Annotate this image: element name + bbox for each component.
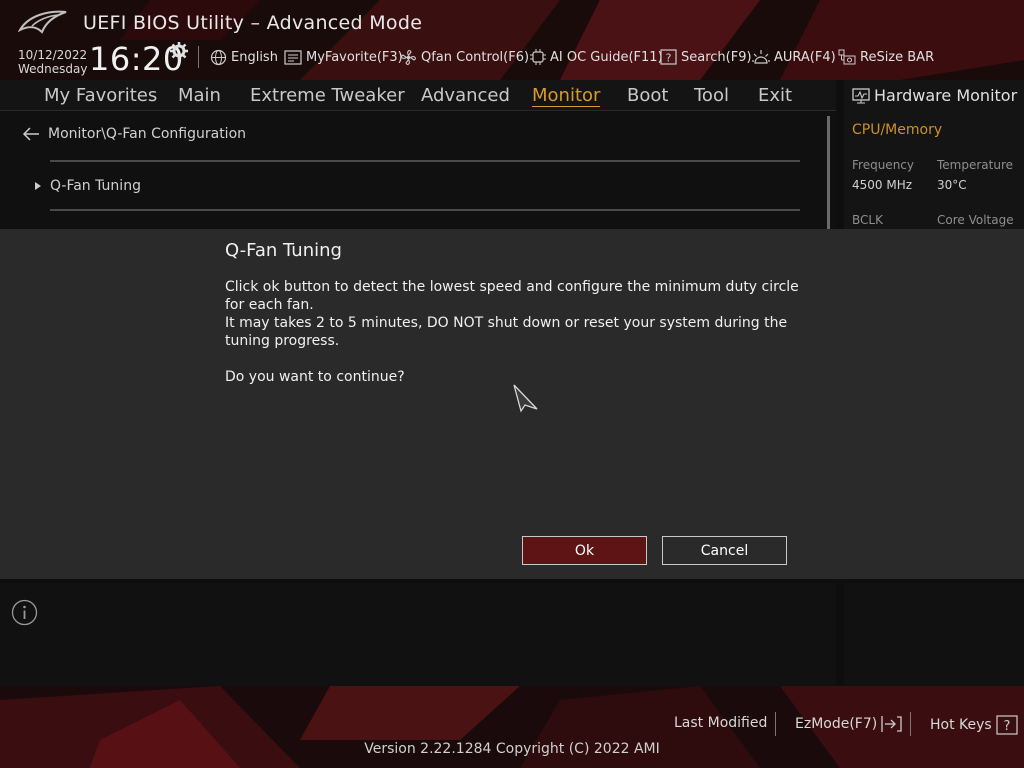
footer-divider <box>775 712 776 736</box>
menu-item-label: Q-Fan Tuning <box>50 178 141 194</box>
bclk-label: BCLK <box>852 213 883 227</box>
tab-my-favorites[interactable]: My Favorites <box>44 85 157 106</box>
svg-text:?: ? <box>1003 719 1010 734</box>
last-modified-label: Last Modified <box>674 715 768 731</box>
hardware-monitor-title: Hardware Monitor <box>852 86 1017 105</box>
chevron-right-icon <box>35 182 41 190</box>
favorite-icon <box>284 49 302 65</box>
info-icon <box>11 599 38 626</box>
hardware-monitor-panel: Hardware Monitor CPU/Memory Frequency 45… <box>844 80 1024 229</box>
ok-button[interactable]: Ok <box>522 536 647 565</box>
rog-logo-icon <box>18 10 67 34</box>
ai-oc-guide-label: AI OC Guide(F11) <box>550 49 663 65</box>
qfan-control-button[interactable]: Qfan Control(F6) <box>400 48 529 66</box>
hot-keys-button[interactable]: Hot Keys ? <box>930 715 1018 735</box>
date-display: 10/12/2022 Wednesday <box>18 48 87 76</box>
search-label: Search(F9) <box>681 49 752 65</box>
back-arrow-icon[interactable] <box>22 127 40 141</box>
tab-main[interactable]: Main <box>178 85 221 106</box>
myfavorite-button[interactable]: MyFavorite(F3) <box>284 48 403 66</box>
search-help-icon: ? <box>660 49 677 65</box>
main-nav: My Favorites Main Extreme Tweaker Advanc… <box>0 80 836 111</box>
language-button[interactable]: English <box>210 48 278 66</box>
help-question-icon: ? <box>996 715 1018 735</box>
aura-label: AURA(F4) <box>774 49 836 65</box>
aura-button[interactable]: AURA(F4) <box>752 48 836 66</box>
dialog-title: Q-Fan Tuning <box>225 240 342 261</box>
mouse-cursor-icon <box>513 384 538 413</box>
fan-icon <box>401 49 416 65</box>
app-title: UEFI BIOS Utility – Advanced Mode <box>83 12 423 34</box>
ezmode-label: EzMode(F7) <box>795 716 878 732</box>
tab-exit[interactable]: Exit <box>758 85 792 106</box>
resize-bar-button[interactable]: ReSize BAR <box>838 48 934 66</box>
tab-advanced[interactable]: Advanced <box>421 85 510 106</box>
temperature-value: 30°C <box>937 178 967 192</box>
tab-boot[interactable]: Boot <box>627 85 668 106</box>
gear-icon[interactable] <box>170 42 188 60</box>
header-bar: UEFI BIOS Utility – Advanced Mode 10/12/… <box>0 0 1024 80</box>
divider <box>50 160 800 162</box>
q-fan-tuning-dialog: Q-Fan Tuning Click ok button to detect t… <box>0 229 1024 579</box>
breadcrumb-path: Monitor\Q-Fan Configuration <box>48 126 247 142</box>
header-divider <box>198 46 199 68</box>
dialog-message-line1: Click ok button to detect the lowest spe… <box>225 279 799 313</box>
hardware-monitor-lower <box>844 583 1024 686</box>
chip-icon <box>530 49 546 65</box>
hardware-monitor-label: Hardware Monitor <box>874 86 1018 105</box>
breadcrumb: Monitor\Q-Fan Configuration <box>22 126 246 142</box>
help-info-panel <box>0 583 836 686</box>
language-label: English <box>231 49 278 65</box>
globe-icon <box>210 49 227 65</box>
exit-to-ezmode-icon <box>881 716 902 732</box>
frequency-label: Frequency <box>852 158 914 172</box>
menu-item-q-fan-tuning[interactable]: Q-Fan Tuning <box>34 178 141 194</box>
divider <box>50 209 800 211</box>
version-text: Version 2.22.1284 Copyright (C) 2022 AMI <box>364 741 660 757</box>
search-button[interactable]: ? Search(F9) <box>660 48 752 66</box>
myfavorite-label: MyFavorite(F3) <box>306 49 403 65</box>
resize-bar-label: ReSize BAR <box>860 49 935 65</box>
temperature-label: Temperature <box>937 158 1014 172</box>
resize-bar-icon <box>838 49 856 64</box>
last-modified-button[interactable]: Last Modified <box>674 715 767 731</box>
date-text: 10/12/2022 <box>18 48 88 62</box>
cancel-button[interactable]: Cancel <box>662 536 787 565</box>
tab-tool[interactable]: Tool <box>694 85 729 106</box>
svg-text:?: ? <box>666 52 672 65</box>
hot-keys-label: Hot Keys <box>930 717 992 733</box>
tab-monitor[interactable]: Monitor <box>532 85 601 107</box>
qfan-control-label: Qfan Control(F6) <box>421 49 530 65</box>
cpu-memory-section: CPU/Memory <box>852 122 943 138</box>
dialog-message-line2: It may takes 2 to 5 minutes, DO NOT shut… <box>225 315 788 349</box>
main-content: Monitor\Q-Fan Configuration Q-Fan Tuning <box>0 112 836 229</box>
weekday-text: Wednesday <box>18 62 88 76</box>
ezmode-button[interactable]: EzMode(F7) <box>795 715 903 733</box>
footer-divider <box>910 712 911 736</box>
scrollbar[interactable] <box>827 116 830 229</box>
core-voltage-label: Core Voltage <box>937 213 1014 227</box>
aura-icon <box>752 49 770 64</box>
ai-oc-guide-button[interactable]: AI OC Guide(F11) <box>530 48 663 66</box>
monitor-icon <box>852 87 870 103</box>
tab-extreme-tweaker[interactable]: Extreme Tweaker <box>250 85 405 106</box>
frequency-value: 4500 MHz <box>852 178 913 192</box>
